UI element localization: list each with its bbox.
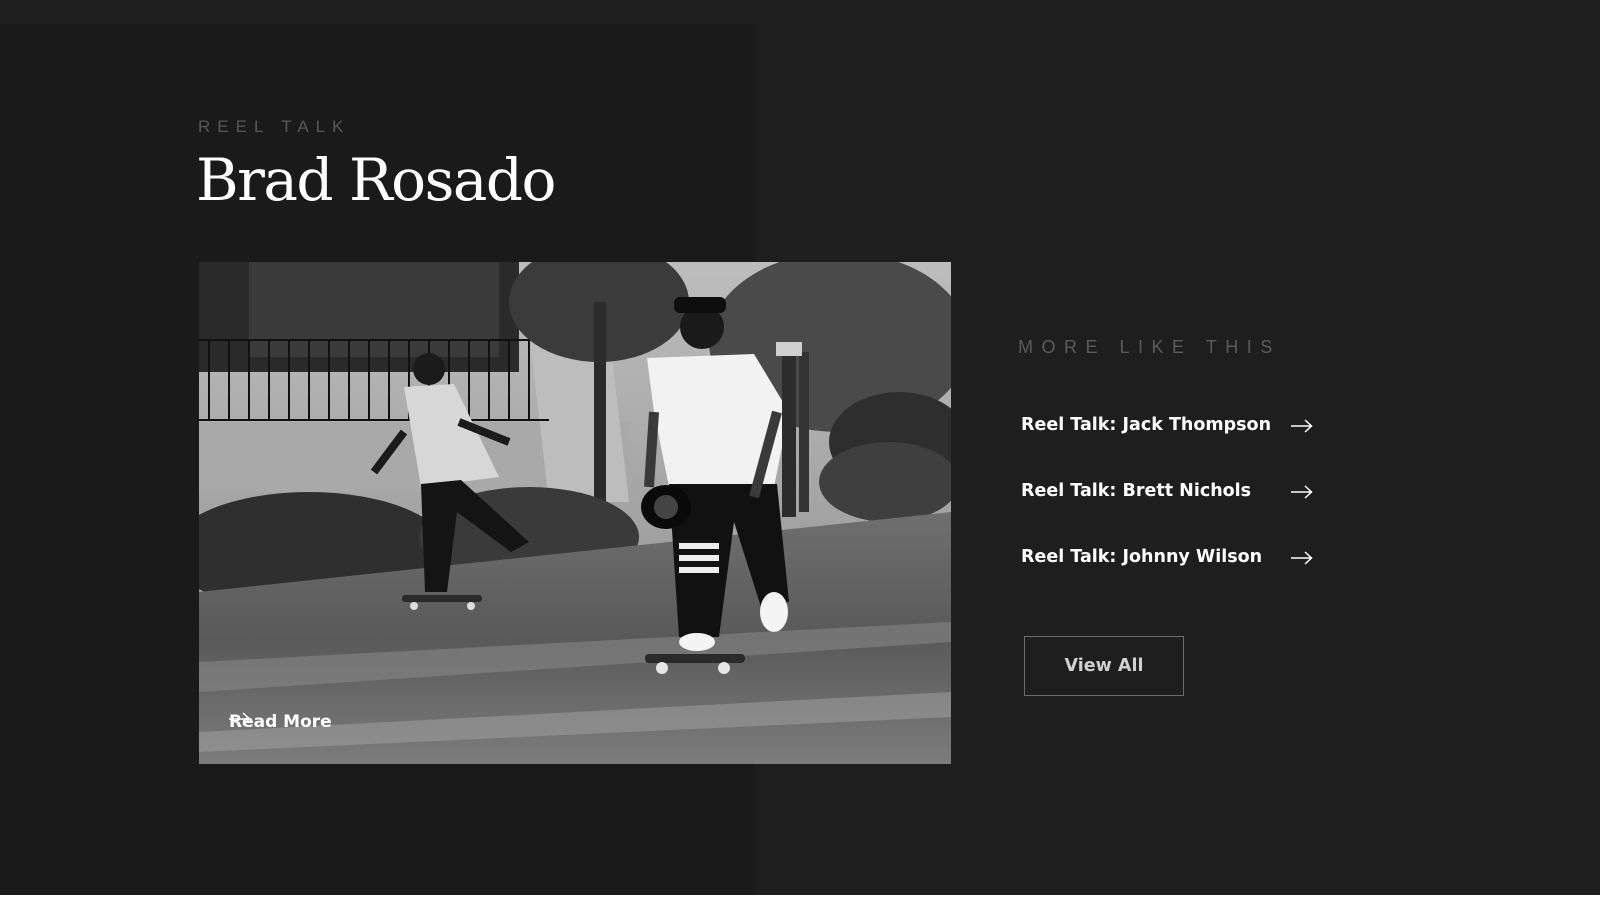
page: REEL TALK Brad Rosado Read More MORE LIK…: [0, 0, 1600, 895]
view-all-button[interactable]: View All: [1024, 636, 1184, 696]
article-title: Brad Rosado: [196, 146, 556, 214]
related-article-link[interactable]: Reel Talk: Brett Nichols: [1021, 481, 1313, 547]
arrow-right-icon: [229, 712, 376, 729]
related-article-label: Reel Talk: Brett Nichols: [1021, 481, 1252, 501]
related-article-label: Reel Talk: Jack Thompson: [1021, 415, 1272, 435]
arrow-right-icon: [1291, 485, 1313, 499]
related-article-link[interactable]: Reel Talk: Johnny Wilson: [1021, 547, 1313, 613]
hero-image[interactable]: Read More: [199, 262, 951, 764]
page-footer-strip: [0, 895, 1600, 914]
read-more-link[interactable]: Read More: [229, 712, 376, 732]
arrow-right-icon: [1291, 551, 1313, 565]
related-articles-list: Reel Talk: Jack Thompson Reel Talk: Bret…: [1021, 415, 1321, 613]
more-like-this-heading: MORE LIKE THIS: [1018, 337, 1281, 357]
arrow-right-icon: [1291, 419, 1313, 433]
article-category: REEL TALK: [198, 117, 351, 136]
related-article-link[interactable]: Reel Talk: Jack Thompson: [1021, 415, 1313, 481]
skateboarders-photo: [199, 262, 951, 764]
related-article-label: Reel Talk: Johnny Wilson: [1021, 547, 1263, 567]
